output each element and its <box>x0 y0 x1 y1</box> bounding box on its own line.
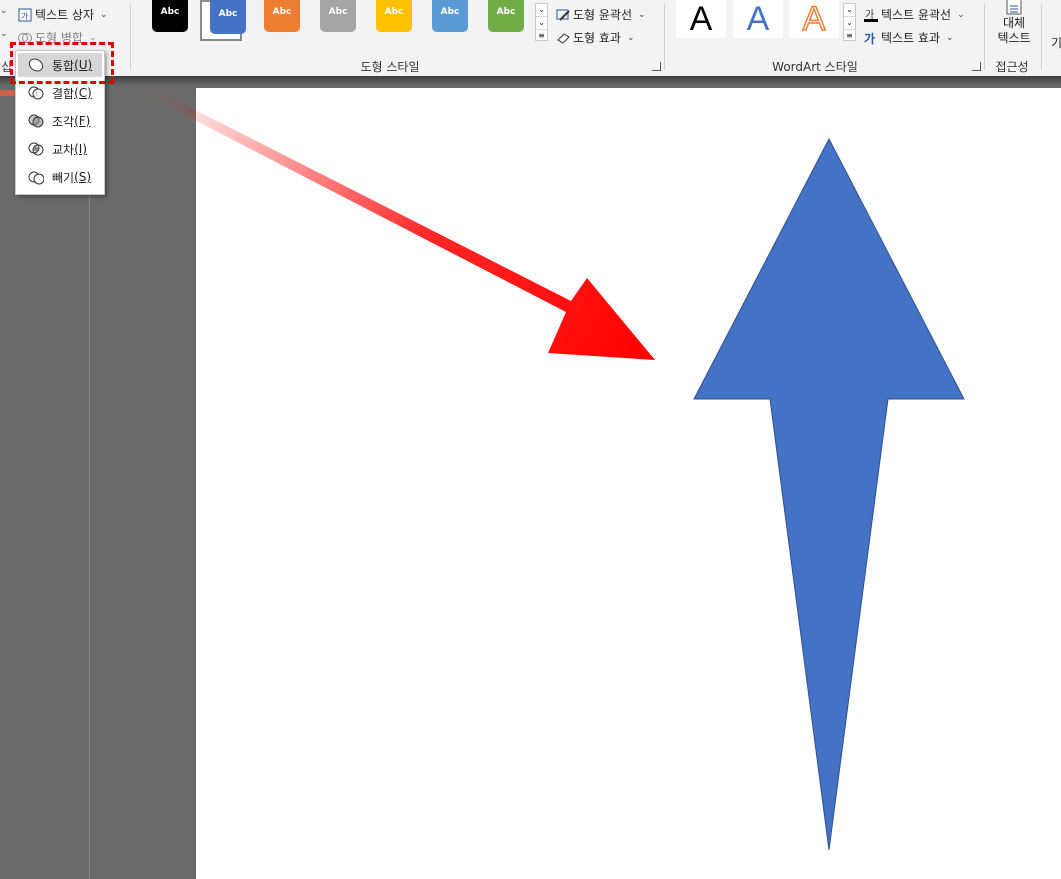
merge-menu-item-accelerator: (F) <box>74 114 91 128</box>
intersect-icon <box>28 141 44 157</box>
merge-menu-item[interactable]: 교차 (I) <box>18 137 102 161</box>
fragment-icon <box>28 113 44 129</box>
merge-menu-item-accelerator: (S) <box>74 170 92 184</box>
merge-menu-item[interactable]: 빼기 (S) <box>18 165 102 189</box>
merge-menu-item-accelerator: (C) <box>74 86 92 100</box>
highlight-annotation-box <box>10 42 114 84</box>
merge-menu-item[interactable]: 조각 (F) <box>18 109 102 133</box>
red-annotation-arrow <box>150 88 655 360</box>
blue-up-arrow-shape[interactable] <box>693 137 965 851</box>
merge-menu-item-label: 빼기 <box>52 170 75 185</box>
merge-menu-item-label: 결합 <box>52 86 75 101</box>
merge-menu-item-label: 조각 <box>52 114 75 129</box>
combine-icon <box>28 85 44 101</box>
subtract-icon <box>28 169 44 185</box>
merge-menu-item[interactable]: 결합 (C) <box>18 81 102 105</box>
slide-overlay <box>150 88 965 851</box>
merge-menu-item-label: 교차 <box>52 142 75 157</box>
merge-menu-item-accelerator: (I) <box>74 142 87 156</box>
